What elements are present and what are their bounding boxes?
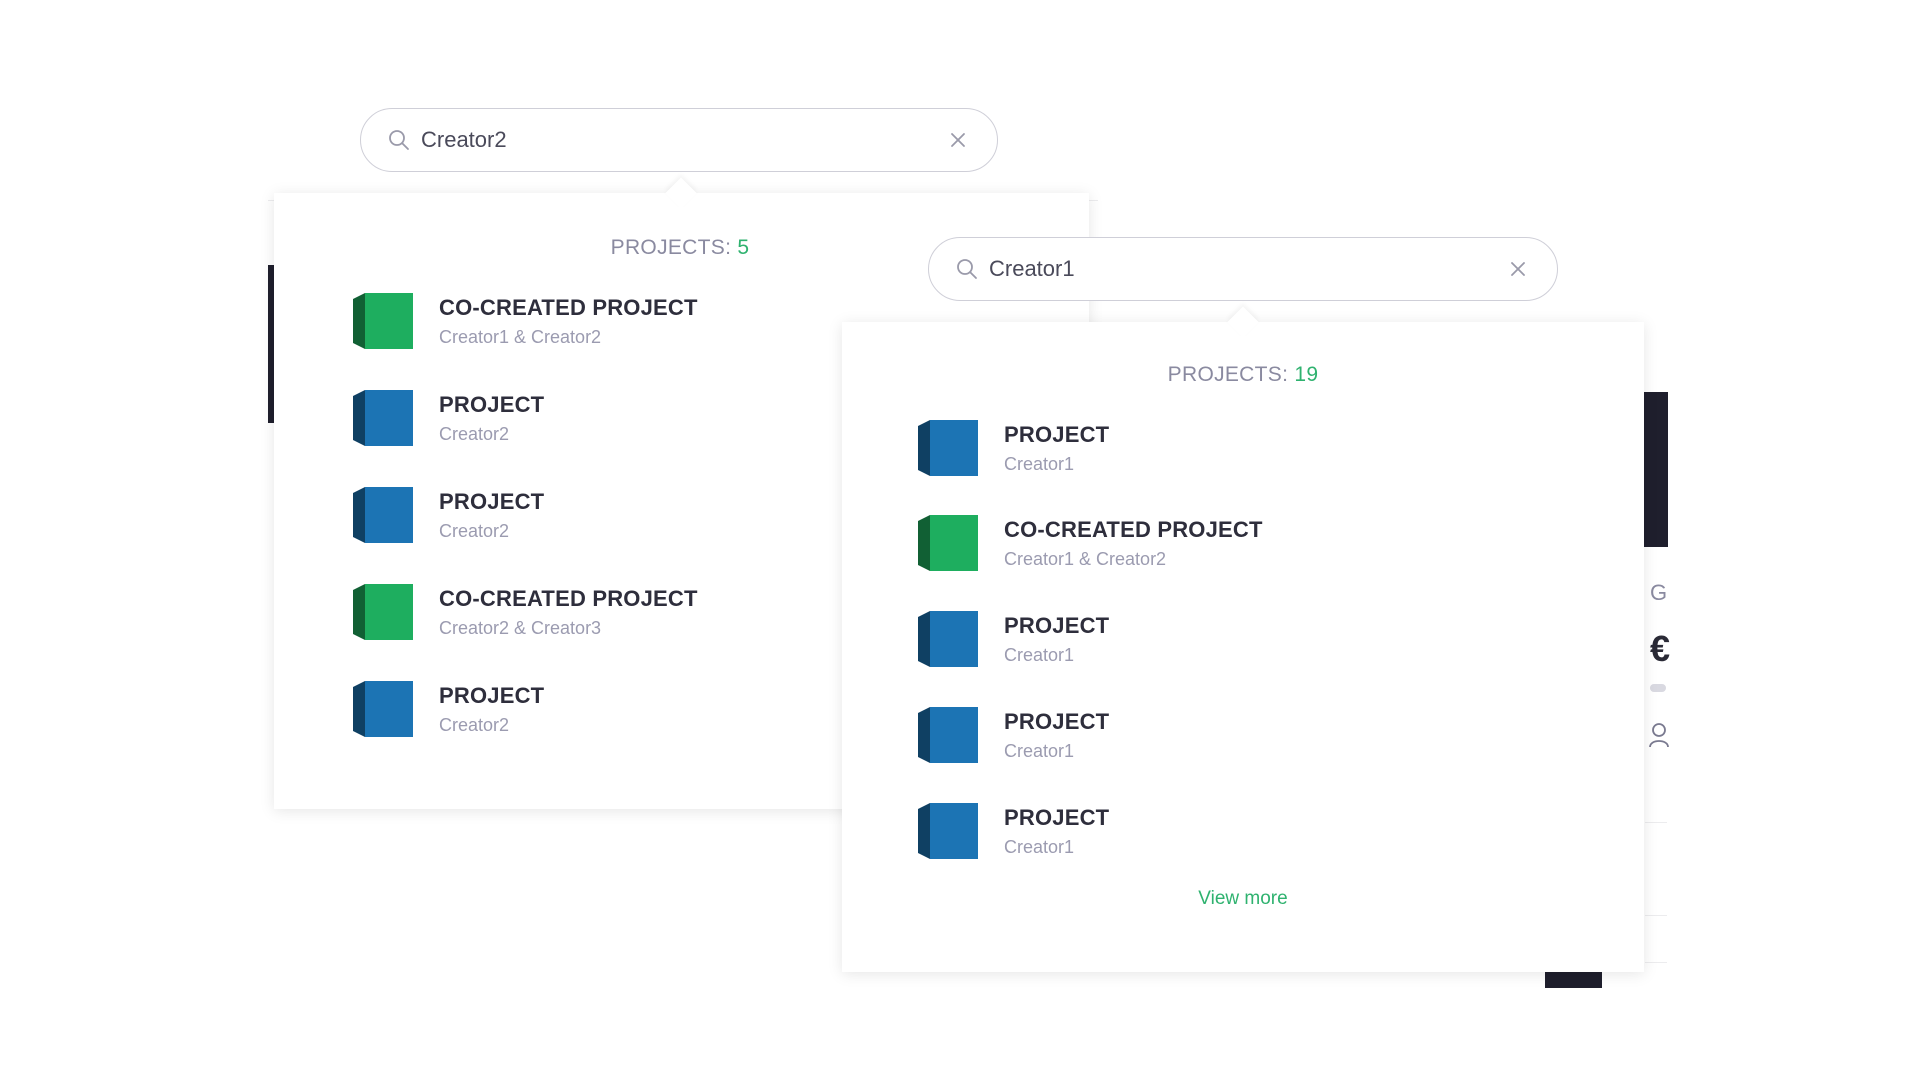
- result-item-title: PROJECT: [1004, 804, 1110, 830]
- result-item-title: PROJECT: [439, 391, 545, 417]
- results-count-label: PROJECTS:: [610, 236, 738, 259]
- search-input-left[interactable]: [421, 127, 949, 153]
- background-user-icon: [1649, 723, 1669, 748]
- result-item[interactable]: PROJECT Creator1: [916, 801, 1109, 861]
- cube-icon: [353, 390, 413, 446]
- search-bar-left[interactable]: [360, 108, 998, 172]
- result-item[interactable]: PROJECT Creator2: [351, 388, 544, 448]
- result-item-creator: Creator2: [439, 423, 510, 444]
- result-item-creator: Creator1: [1004, 644, 1075, 665]
- result-item-creator: Creator1: [1004, 740, 1075, 761]
- result-item-creator: Creator1 & Creator2: [439, 326, 602, 347]
- results-panel-right: PROJECTS: 19 PROJECT Creator1 CO-CREATED…: [842, 306, 1644, 972]
- result-item[interactable]: CO-CREATED PROJECT Creator2 & Creator3: [351, 582, 698, 642]
- close-icon[interactable]: [1509, 260, 1527, 278]
- background-partial-letter: G: [1650, 580, 1668, 605]
- result-item-title: CO-CREATED PROJECT: [439, 294, 698, 320]
- result-item[interactable]: CO-CREATED PROJECT Creator1 & Creator2: [916, 513, 1263, 573]
- search-icon: [957, 259, 977, 279]
- background-divider-right-3: [1645, 962, 1667, 963]
- background-dark-block-bottom: [1545, 970, 1602, 988]
- result-item-title: PROJECT: [1004, 421, 1110, 447]
- result-item-title: PROJECT: [1004, 612, 1110, 638]
- background-divider-right-1: [1645, 822, 1667, 823]
- panel-caret: [1227, 306, 1259, 338]
- search-input-right[interactable]: [989, 256, 1509, 282]
- search-icon: [389, 130, 409, 150]
- stage: G € PROJECTS: 5 CO-CREATED PROJECT: [0, 0, 1920, 1080]
- cube-icon: [353, 487, 413, 543]
- result-item-title: CO-CREATED PROJECT: [439, 585, 698, 611]
- cube-icon: [918, 707, 978, 763]
- result-item-creator: Creator2 & Creator3: [439, 617, 602, 638]
- result-item[interactable]: PROJECT Creator1: [916, 418, 1109, 478]
- background-divider-right-2: [1645, 915, 1667, 916]
- result-item-creator: Creator2: [439, 520, 510, 541]
- result-item-creator: Creator1 & Creator2: [1004, 548, 1167, 569]
- cube-icon: [353, 681, 413, 737]
- cube-icon: [918, 515, 978, 571]
- result-item[interactable]: PROJECT Creator1: [916, 609, 1109, 669]
- close-icon[interactable]: [949, 131, 967, 149]
- result-item-creator: Creator1: [1004, 453, 1075, 474]
- results-count-number: 19: [1294, 363, 1319, 386]
- background-dark-block-right: [1640, 392, 1668, 547]
- result-item[interactable]: PROJECT Creator2: [351, 485, 544, 545]
- results-count-number: 5: [737, 236, 750, 259]
- result-item[interactable]: PROJECT Creator1: [916, 705, 1109, 765]
- cube-icon: [918, 611, 978, 667]
- results-count: PROJECTS: 19: [842, 363, 1644, 387]
- result-item-creator: Creator2: [439, 714, 510, 735]
- result-item-title: CO-CREATED PROJECT: [1004, 516, 1263, 542]
- search-bar-right[interactable]: [928, 237, 1558, 301]
- result-item-creator: Creator1: [1004, 836, 1075, 857]
- cube-icon: [918, 420, 978, 476]
- result-item-title: PROJECT: [439, 488, 545, 514]
- result-item[interactable]: PROJECT Creator2: [351, 679, 544, 739]
- result-item[interactable]: CO-CREATED PROJECT Creator1 & Creator2: [351, 291, 698, 351]
- cube-icon: [353, 293, 413, 349]
- panel-caret: [665, 177, 697, 209]
- background-progress-bar: [1650, 684, 1666, 692]
- result-item-title: PROJECT: [439, 682, 545, 708]
- view-more-link[interactable]: View more: [842, 888, 1644, 910]
- cube-icon: [918, 803, 978, 859]
- cube-icon: [353, 584, 413, 640]
- results-count-label: PROJECTS:: [1167, 363, 1295, 386]
- background-partial-currency: €: [1650, 628, 1671, 669]
- result-item-title: PROJECT: [1004, 708, 1110, 734]
